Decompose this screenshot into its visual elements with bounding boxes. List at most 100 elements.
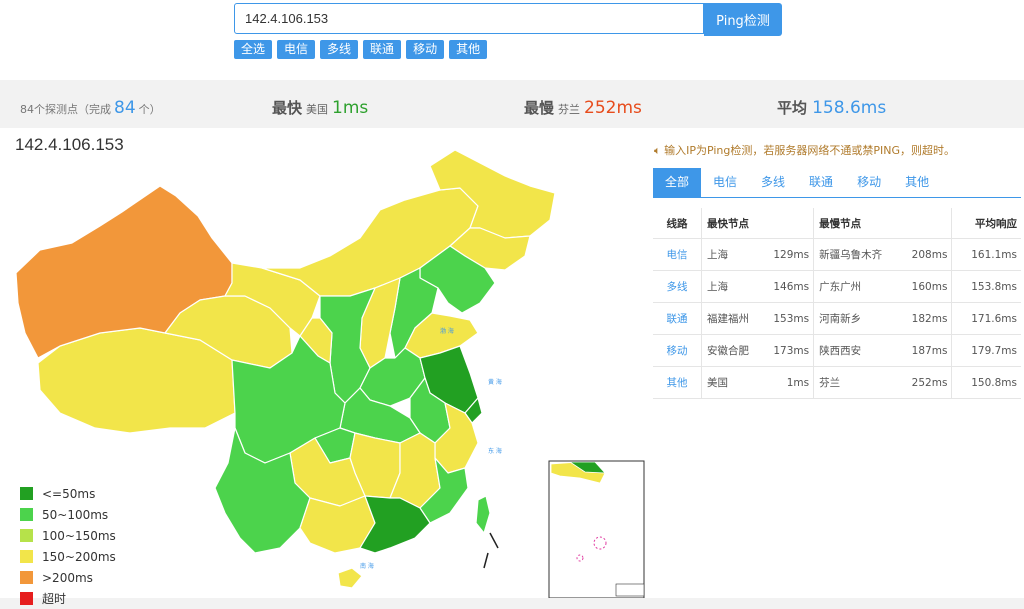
line-link[interactable]: 联通 [653,302,702,335]
fastest-location: 美国 [306,103,329,116]
table-row: 电信 上海 129ms 新疆乌鲁木齐 208ms 161.1ms [653,238,1021,271]
avg-ms: 150.8ms [951,366,1021,399]
map-ip-label: 142.4.106.153 [15,135,124,154]
tab-unicom[interactable]: 联通 [797,168,845,197]
slow-node: 芬兰 [813,366,901,399]
fast-ms: 1ms [762,366,814,399]
legend-label: >200ms [42,570,93,585]
ping-button[interactable]: Ping检测 [704,3,782,36]
fast-node: 福建福州 [701,302,763,335]
probe-count: 84个探测点（完成 84 个） [20,88,161,128]
fastest-stat: 最快 美国 1ms [272,88,368,128]
sea-label-yellow: 黄 海 [488,378,502,386]
probe-prefix: 84个探测点（完成 [20,103,111,116]
legend-item: 50~100ms [20,504,116,525]
fastest-label: 最快 [272,99,303,117]
average-label: 平均 [777,99,808,117]
tab-all[interactable]: 全部 [653,168,702,197]
summary-bar: 84个探测点（完成 84 个） 最快 美国 1ms 最慢 芬兰 252ms 平均 158.6… [0,88,1024,129]
average-value: 158.6ms [812,98,887,118]
filter-unicom-button[interactable]: 联通 [363,40,402,59]
table-header-row: 线路 最快节点 最慢节点 平均响应 [653,208,1021,239]
header-average: 平均响应 [951,208,1021,239]
slowest-stat: 最慢 芬兰 252ms [524,88,642,128]
region-hainan[interactable] [337,567,363,589]
line-link[interactable]: 其他 [653,366,702,399]
header-fastest: 最快节点 [700,208,814,239]
filter-multiline-button[interactable]: 多线 [320,40,359,59]
tab-telecom[interactable]: 电信 [701,168,749,197]
notice-text: 🔈︎ 输入IP为Ping检测，若服务器网络不通或禁PING，则超时。 [654,142,955,158]
sea-label-bohai: 渤 海 [440,327,454,335]
fast-node: 安徽合肥 [701,334,763,367]
map-panel: 渤 海 黄 海 东 海 南 海 142.4.106.153 <=50ms 50~… [0,128,648,606]
fast-node: 美国 [701,366,763,399]
legend-swatch [20,550,33,563]
legend-label: 150~200ms [42,549,116,564]
slow-node: 河南新乡 [813,302,901,335]
average-stat: 平均 158.6ms [777,88,886,128]
avg-ms: 153.8ms [951,270,1021,303]
line-link[interactable]: 电信 [653,238,702,271]
slow-ms: 182ms [900,302,952,335]
legend-swatch [20,487,33,500]
filter-mobile-button[interactable]: 移动 [406,40,445,59]
table-row: 多线 上海 146ms 广东广州 160ms 153.8ms [653,270,1021,303]
slowest-label: 最慢 [524,99,555,117]
search-panel: Ping检测 全选 电信 多线 联通 移动 其他 [0,0,1024,80]
legend-item: <=50ms [20,483,116,504]
legend-item: >200ms [20,567,116,588]
boundary-line [483,552,489,569]
filter-other-button[interactable]: 其他 [449,40,488,59]
header-line: 线路 [653,208,702,239]
latency-legend: <=50ms 50~100ms 100~150ms 150~200ms >200… [20,483,116,609]
table-row: 移动 安徽合肥 173ms 陕西西安 187ms 179.7ms [653,334,1021,367]
slow-ms: 160ms [900,270,952,303]
fast-ms: 153ms [762,302,814,335]
line-link[interactable]: 移动 [653,334,702,367]
fast-node: 上海 [701,270,763,303]
tab-mobile[interactable]: 移动 [845,168,893,197]
filter-telecom-button[interactable]: 电信 [277,40,316,59]
legend-item: 超时 [20,588,116,609]
legend-label: 50~100ms [42,507,109,522]
legend-swatch [20,508,33,521]
region-taiwan[interactable] [475,495,491,534]
legend-label: 超时 [42,592,67,606]
avg-ms: 179.7ms [951,334,1021,367]
boundary-line [489,532,499,549]
legend-swatch [20,571,33,584]
slow-node: 广东广州 [813,270,901,303]
tab-other[interactable]: 其他 [893,168,941,197]
legend-item: 100~150ms [20,525,116,546]
slowest-location: 芬兰 [558,103,581,116]
slow-ms: 208ms [900,238,952,271]
legend-swatch [20,529,33,542]
table-row: 联通 福建福州 153ms 河南新乡 182ms 171.6ms [653,302,1021,335]
fast-ms: 146ms [762,270,814,303]
tab-multiline[interactable]: 多线 [749,168,797,197]
ip-input[interactable] [234,3,704,34]
table-row: 其他 美国 1ms 芬兰 252ms 150.8ms [653,366,1021,399]
sea-label-east: 东 海 [488,447,502,455]
fast-node: 上海 [701,238,763,271]
south-china-sea-inset [548,460,645,598]
slow-ms: 252ms [900,366,952,399]
fastest-value: 1ms [332,98,369,118]
fast-ms: 129ms [762,238,814,271]
line-link[interactable]: 多线 [653,270,702,303]
line-tabs: 全部 电信 多线 联通 移动 其他 [653,168,1021,198]
legend-item: 150~200ms [20,546,116,567]
fast-ms: 173ms [762,334,814,367]
avg-ms: 161.1ms [951,238,1021,271]
slow-ms: 187ms [900,334,952,367]
results-panel: 🔈︎ 输入IP为Ping检测，若服务器网络不通或禁PING，则超时。 全部 电信… [648,128,1024,598]
legend-label: <=50ms [42,486,96,501]
probe-done: 84 [114,98,136,118]
search-bar: Ping检测 [234,3,782,36]
sea-label-south: 南 海 [360,562,374,570]
results-table: 线路 最快节点 最慢节点 平均响应 电信 上海 129ms 新疆乌鲁木齐 208… [653,208,1021,399]
filter-all-button[interactable]: 全选 [234,40,273,59]
slow-node: 陕西西安 [813,334,901,367]
line-filters: 全选 电信 多线 联通 移动 其他 [234,40,488,59]
